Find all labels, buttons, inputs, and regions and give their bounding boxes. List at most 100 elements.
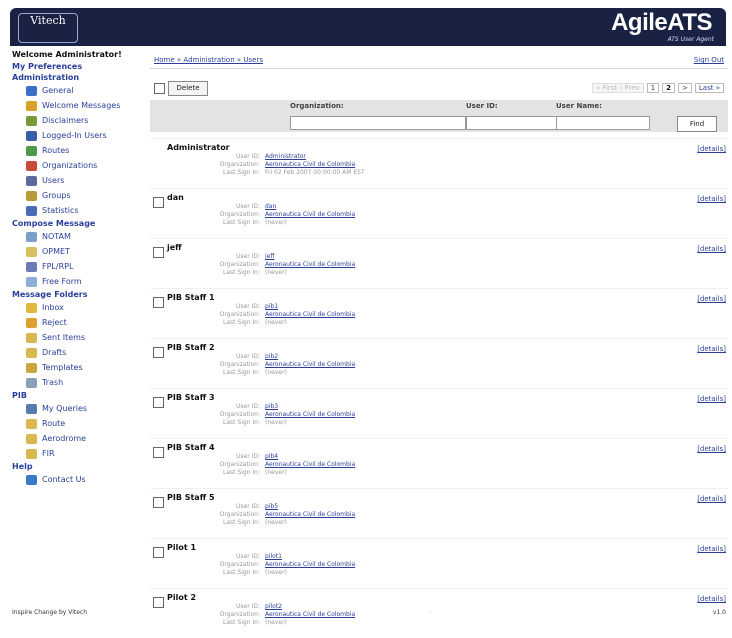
org-link[interactable]: Aeronautica Civil de Colombia <box>265 561 355 568</box>
userid-link[interactable]: pilot2 <box>265 603 282 610</box>
sidebar-section-title[interactable]: Message Folders <box>12 289 138 300</box>
userid-link[interactable]: dan <box>265 203 276 210</box>
userid-link[interactable]: Administrator <box>265 153 306 160</box>
user-name-input[interactable] <box>556 116 650 130</box>
sidebar-item[interactable]: Routes <box>12 143 138 158</box>
sidebar-item[interactable]: General <box>12 83 138 98</box>
sidebar-item[interactable]: Contact Us <box>12 472 138 487</box>
org-link[interactable]: Aeronautica Civil de Colombia <box>265 161 355 168</box>
sidebar-item[interactable]: Aerodrome <box>12 431 138 446</box>
userid-link[interactable]: pib5 <box>265 503 278 510</box>
user-select-checkbox[interactable] <box>153 547 164 558</box>
sidebar-item[interactable]: Free Form <box>12 274 138 289</box>
org-link[interactable]: Aeronautica Civil de Colombia <box>265 461 355 468</box>
details-link[interactable]: [details] <box>697 145 726 153</box>
sidebar-item[interactable]: Organizations <box>12 158 138 173</box>
sidebar-item[interactable]: Trash <box>12 375 138 390</box>
agileats-brand: AgileATS <box>611 9 712 36</box>
userid-link[interactable]: jeff <box>265 253 275 260</box>
user-select-checkbox[interactable] <box>153 347 164 358</box>
org-link[interactable]: Aeronautica Civil de Colombia <box>265 511 355 518</box>
action-bar: Delete « First ‹ Prev 1 2 > Last » <box>150 80 728 96</box>
sidebar-section-title[interactable]: Compose Message <box>12 218 138 229</box>
organization-input[interactable] <box>290 116 466 130</box>
pager-page-1[interactable]: 1 <box>646 83 660 93</box>
user-select-checkbox[interactable] <box>153 297 164 308</box>
pager-next[interactable]: > <box>678 83 692 93</box>
sidebar-item[interactable]: Groups <box>12 188 138 203</box>
main-content: Home » Administration » Users Sign Out D… <box>150 50 728 626</box>
sidebar-item-label: Drafts <box>42 348 67 357</box>
sidebar-section-title[interactable]: Administration <box>12 72 138 83</box>
user-row: PIB Staff 3 [details] User ID: pib3 Organiza… <box>150 388 728 438</box>
userid-link[interactable]: pib3 <box>265 403 278 410</box>
details-link[interactable]: [details] <box>697 195 726 203</box>
userid-link[interactable]: pib2 <box>265 353 278 360</box>
sidebar-item[interactable]: Inbox <box>12 300 138 315</box>
user-row: Pilot 1 [details] User ID: pilot1 Organizati… <box>150 538 728 588</box>
last-signin-value: (never) <box>265 219 287 226</box>
pager-page-2[interactable]: 2 <box>662 83 676 93</box>
details-link[interactable]: [details] <box>697 245 726 253</box>
logged-in-users-icon <box>26 130 37 141</box>
sidebar-item[interactable]: Statistics <box>12 203 138 218</box>
sidebar-item[interactable]: FIR <box>12 446 138 461</box>
sidebar-item-label: Welcome Messages <box>42 101 121 110</box>
find-button[interactable]: Find <box>677 116 717 132</box>
fir-icon <box>26 448 37 459</box>
breadcrumb[interactable]: Home » Administration » Users <box>154 56 263 64</box>
user-id-input[interactable] <box>466 116 558 130</box>
sidebar-item[interactable]: Templates <box>12 360 138 375</box>
sidebar-item[interactable]: NOTAM <box>12 229 138 244</box>
sidebar-item[interactable]: Disclaimers <box>12 113 138 128</box>
user-id-label: User ID: <box>466 102 498 110</box>
sidebar-item[interactable]: Users <box>12 173 138 188</box>
userid-field-label: User ID: <box>236 253 260 260</box>
sidebar-item[interactable]: Reject <box>12 315 138 330</box>
sidebar-item[interactable]: My Queries <box>12 401 138 416</box>
userid-link[interactable]: pib4 <box>265 453 278 460</box>
footer-dot: · <box>430 609 432 616</box>
details-link[interactable]: [details] <box>697 445 726 453</box>
sidebar-item[interactable]: FPL/RPL <box>12 259 138 274</box>
sidebar-item[interactable]: Drafts <box>12 345 138 360</box>
user-select-checkbox[interactable] <box>153 397 164 408</box>
userid-field-label: User ID: <box>236 553 260 560</box>
user-select-checkbox[interactable] <box>153 447 164 458</box>
details-link[interactable]: [details] <box>697 295 726 303</box>
sidebar-section-title[interactable]: My Preferences <box>12 61 138 72</box>
select-all-checkbox[interactable] <box>154 83 165 94</box>
sidebar-section-title[interactable]: PIB <box>12 390 138 401</box>
sidebar-item[interactable]: Route <box>12 416 138 431</box>
details-link[interactable]: [details] <box>697 345 726 353</box>
user-row: PIB Staff 1 [details] User ID: pib1 Organiza… <box>150 288 728 338</box>
org-link[interactable]: Aeronautica Civil de Colombia <box>265 311 355 318</box>
org-link[interactable]: Aeronautica Civil de Colombia <box>265 361 355 368</box>
org-link[interactable]: Aeronautica Civil de Colombia <box>265 211 355 218</box>
footer-credit: Inspire Change by Vitech <box>12 609 88 616</box>
sidebar-item[interactable]: Logged-In Users <box>12 128 138 143</box>
sidebar-item[interactable]: Welcome Messages <box>12 98 138 113</box>
sidebar-item[interactable]: Sent Items <box>12 330 138 345</box>
user-select-checkbox[interactable] <box>153 497 164 508</box>
user-select-checkbox[interactable] <box>153 597 164 608</box>
footer-version: v1.0 <box>712 609 726 616</box>
details-link[interactable]: [details] <box>697 495 726 503</box>
user-select-checkbox[interactable] <box>153 247 164 258</box>
delete-button[interactable]: Delete <box>168 81 208 96</box>
org-link[interactable]: Aeronautica Civil de Colombia <box>265 611 355 618</box>
sidebar-item[interactable]: OPMET <box>12 244 138 259</box>
details-link[interactable]: [details] <box>697 395 726 403</box>
sign-out-link[interactable]: Sign Out <box>694 56 724 64</box>
org-link[interactable]: Aeronautica Civil de Colombia <box>265 261 355 268</box>
pager-last[interactable]: Last » <box>694 83 724 93</box>
org-link[interactable]: Aeronautica Civil de Colombia <box>265 411 355 418</box>
userid-link[interactable]: pilot1 <box>265 553 282 560</box>
user-select-checkbox[interactable] <box>153 197 164 208</box>
userid-link[interactable]: pib1 <box>265 303 278 310</box>
groups-icon <box>26 190 37 201</box>
sidebar-section-title[interactable]: Help <box>12 461 138 472</box>
details-link[interactable]: [details] <box>697 595 726 603</box>
details-link[interactable]: [details] <box>697 545 726 553</box>
last-signin-field-label: Last Sign In: <box>223 519 260 526</box>
